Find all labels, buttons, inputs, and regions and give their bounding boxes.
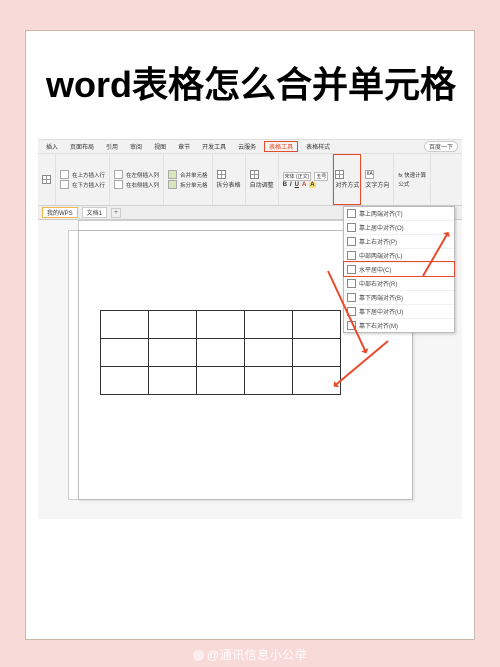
align-option-label: 靠下居中对齐(U) — [359, 307, 403, 316]
group-merge: 合并单元格 拆分单元格 — [164, 154, 213, 205]
draw-table-icon[interactable] — [42, 175, 51, 184]
tab-table-tools[interactable]: 表格工具 — [264, 141, 298, 152]
tab-layout[interactable]: 页面布局 — [66, 142, 98, 151]
align-option-icon — [347, 265, 356, 274]
align-option-label: 靠下两端对齐(B) — [359, 293, 403, 302]
align-option-icon — [347, 237, 356, 246]
split-table-label: 拆分表格 — [217, 180, 241, 189]
headline: word表格怎么合并单元格 — [38, 51, 462, 119]
quick-calc[interactable]: fx 快速计算 — [398, 171, 426, 179]
align-option-icon — [347, 279, 356, 288]
word-table[interactable] — [100, 310, 341, 395]
tab-mywps[interactable]: 我的WPS — [42, 207, 78, 218]
align-option-label: 靠上居中对齐(O) — [359, 223, 404, 232]
align-option[interactable]: 水平居中(C) — [344, 262, 454, 276]
tab-dev[interactable]: 开发工具 — [198, 142, 230, 151]
align-option-label: 中部两端对齐(L) — [359, 251, 402, 260]
watermark-icon — [193, 650, 204, 661]
align-label: 对齐方式 — [335, 180, 359, 189]
font-style-row: B I U A A — [283, 182, 329, 188]
col-right-icon[interactable] — [114, 180, 123, 189]
row-above-label[interactable]: 在上方插入行 — [72, 171, 105, 179]
formula-label[interactable]: 公式 — [398, 180, 409, 188]
group-insert-rows: 在上方插入行 在下方插入行 — [56, 154, 110, 205]
ribbon: 在上方插入行 在下方插入行 在左侧插入列 在右侧插入列 合并单元格 拆分单元格 … — [38, 154, 462, 206]
font-name[interactable]: 宋体 (正文) — [283, 172, 312, 181]
group-font: 宋体 (正文) 五号 B I U A A — [279, 154, 334, 205]
group-table-draw — [38, 154, 56, 205]
tab-review[interactable]: 审阅 — [126, 142, 146, 151]
align-option-label: 水平居中(C) — [359, 265, 391, 274]
group-insert-cols: 在左侧插入列 在右侧插入列 — [110, 154, 164, 205]
tab-view[interactable]: 视图 — [150, 142, 170, 151]
align-option-icon — [347, 209, 356, 218]
bold-button[interactable]: B — [283, 182, 287, 188]
split-cell-icon[interactable] — [168, 180, 177, 189]
autofit-label: 自动调整 — [250, 180, 274, 189]
align-option-icon — [347, 251, 356, 260]
align-option-label: 靠上右对齐(P) — [359, 237, 397, 246]
align-option[interactable]: 靠上居中对齐(O) — [344, 220, 454, 234]
align-option[interactable]: 靠下两端对齐(B) — [344, 290, 454, 304]
align-option-label: 中部右对齐(R) — [359, 279, 397, 288]
row-below-icon[interactable] — [60, 180, 69, 189]
align-option-icon — [347, 223, 356, 232]
merge-label[interactable]: 合并单元格 — [180, 171, 208, 179]
tab-ref[interactable]: 引用 — [102, 142, 122, 151]
group-align[interactable]: 对齐方式 — [333, 154, 361, 205]
col-right-label[interactable]: 在右侧插入列 — [126, 181, 159, 189]
split-table-icon — [217, 170, 226, 179]
vertical-ruler — [68, 230, 78, 500]
tab-doc1[interactable]: 文档1 — [82, 207, 107, 218]
tab-cloud[interactable]: 云服务 — [234, 142, 260, 151]
autofit-icon — [250, 170, 259, 179]
ribbon-tabs: 插入 页面布局 引用 审阅 视图 章节 开发工具 云服务 表格工具 表格样式 百… — [38, 140, 462, 154]
font-size[interactable]: 五号 — [314, 172, 328, 181]
col-left-label[interactable]: 在左侧插入列 — [126, 171, 159, 179]
watermark-text: @通讯信息小公举 — [207, 648, 307, 662]
new-tab-button[interactable]: + — [111, 208, 121, 218]
col-left-icon[interactable] — [114, 170, 123, 179]
group-formula: fx 快速计算 公式 — [394, 154, 431, 205]
italic-button[interactable]: I — [290, 182, 292, 188]
row-below-label[interactable]: 在下方插入行 — [72, 181, 105, 189]
align-option[interactable]: 中部右对齐(R) — [344, 276, 454, 290]
align-icon — [335, 170, 344, 179]
merge-icon[interactable] — [168, 170, 177, 179]
align-option-label: 靠上两端对齐(T) — [359, 209, 403, 218]
watermark: @通讯信息小公举 — [0, 646, 500, 663]
row-above-icon[interactable] — [60, 170, 69, 179]
align-option[interactable]: 靠上两端对齐(T) — [344, 207, 454, 220]
app-screenshot: 插入 页面布局 引用 审阅 视图 章节 开发工具 云服务 表格工具 表格样式 百… — [38, 139, 462, 519]
align-dropdown: 靠上两端对齐(T) 靠上居中对齐(O) 靠上右对齐(P) 中部两端对齐(L) 水平居中(… — [343, 206, 455, 333]
align-option[interactable]: 靠下居中对齐(U) — [344, 304, 454, 318]
group-text-dir[interactable]: IIA 文字方向 — [361, 154, 394, 205]
highlight-button[interactable]: A — [309, 182, 315, 188]
tab-section[interactable]: 章节 — [174, 142, 194, 151]
split-cell-label[interactable]: 拆分单元格 — [180, 181, 208, 189]
tab-table-style[interactable]: 表格样式 — [302, 142, 334, 151]
font-color-button[interactable]: A — [302, 182, 306, 188]
align-option-label: 靠下右对齐(M) — [359, 321, 398, 330]
align-option[interactable]: 靠下右对齐(M) — [344, 318, 454, 332]
search-pill[interactable]: 百度一下 — [424, 141, 458, 152]
underline-button[interactable]: U — [295, 182, 299, 188]
group-split-table[interactable]: 拆分表格 — [213, 154, 246, 205]
tab-insert[interactable]: 插入 — [42, 142, 62, 151]
text-dir-icon: IIA — [365, 170, 374, 179]
card: word表格怎么合并单元格 插入 页面布局 引用 审阅 视图 章节 开发工具 云… — [25, 30, 475, 640]
align-option-icon — [347, 293, 356, 302]
text-dir-label: 文字方向 — [365, 180, 389, 189]
group-autofit[interactable]: 自动调整 — [246, 154, 279, 205]
